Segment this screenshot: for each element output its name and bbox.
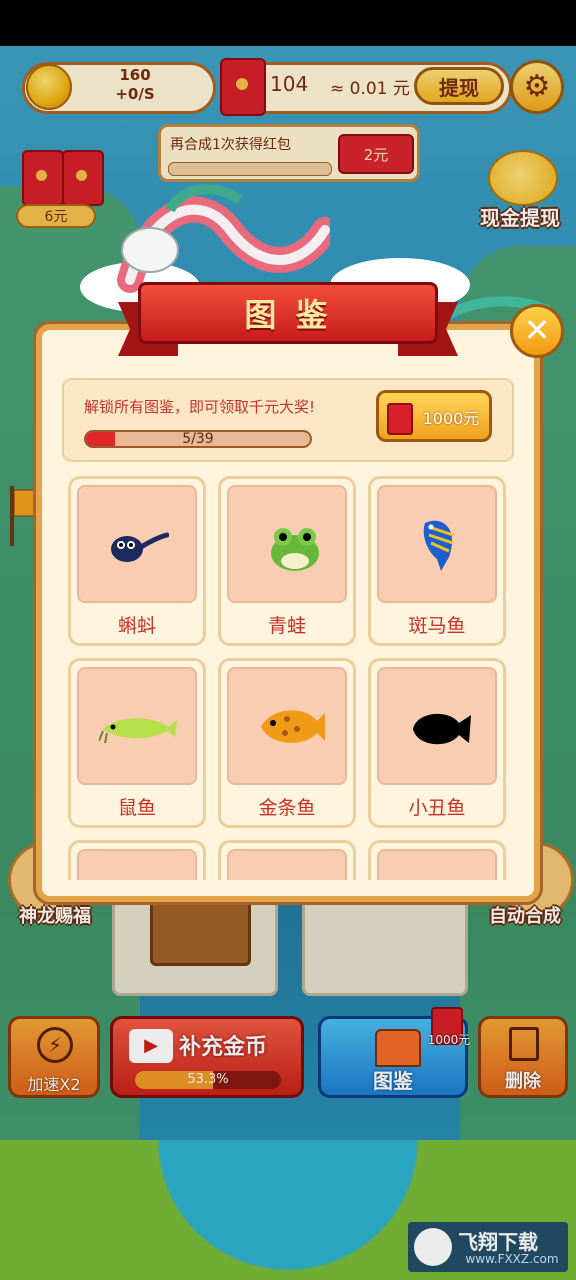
card-image bbox=[377, 849, 497, 880]
card-name: 斑马鱼 bbox=[408, 615, 466, 637]
red-envelope-icon bbox=[387, 403, 413, 435]
clownfish-silhouette-icon bbox=[413, 713, 471, 745]
close-button[interactable]: ✕ bbox=[510, 304, 564, 358]
card-image bbox=[227, 849, 347, 880]
album-progress-text: 5/39 bbox=[182, 431, 214, 447]
album-card[interactable]: 金条鱼 bbox=[218, 658, 356, 828]
dragon-icon bbox=[110, 170, 338, 300]
card-image bbox=[227, 485, 347, 603]
card-image bbox=[227, 667, 347, 785]
card-image bbox=[377, 667, 497, 785]
album-title-ribbon: 图 鉴 bbox=[118, 282, 458, 356]
album-card[interactable]: 蝌蚪 bbox=[68, 476, 206, 646]
album-card[interactable]: 鼠鱼 bbox=[68, 658, 206, 828]
card-name: 鼠鱼 bbox=[117, 797, 156, 819]
album-card[interactable] bbox=[68, 840, 206, 880]
card-name: 金条鱼 bbox=[258, 797, 316, 819]
card-image bbox=[377, 485, 497, 603]
album-card[interactable]: 斑马鱼 bbox=[368, 476, 506, 646]
status-bar bbox=[0, 0, 576, 46]
grand-prize-button[interactable]: 1000元 bbox=[376, 390, 492, 442]
album-card[interactable]: 小丑鱼 bbox=[368, 658, 506, 828]
card-name: 蝌蚪 bbox=[117, 615, 156, 637]
card-name: 青蛙 bbox=[267, 615, 306, 637]
card-image bbox=[77, 849, 197, 880]
card-image bbox=[77, 667, 197, 785]
card-image bbox=[77, 485, 197, 603]
album-card-grid[interactable]: 蝌蚪 青蛙 斑马鱼 鼠鱼 金条鱼 小丑鱼 bbox=[40, 470, 536, 880]
frog-icon bbox=[271, 528, 319, 571]
album-card[interactable] bbox=[218, 840, 356, 880]
zebrafish-icon bbox=[423, 520, 454, 571]
album-card[interactable] bbox=[368, 840, 506, 880]
album-card[interactable]: 青蛙 bbox=[218, 476, 356, 646]
card-name: 小丑鱼 bbox=[408, 797, 466, 819]
close-icon: ✕ bbox=[523, 311, 551, 349]
goldfish-icon bbox=[261, 710, 325, 743]
grand-prize-label: 1000元 bbox=[422, 409, 480, 428]
album-title: 图 鉴 bbox=[244, 296, 332, 334]
unlock-reward-text: 解锁所有图鉴，即可领取千元大奖! bbox=[84, 398, 316, 416]
catfish-icon bbox=[99, 718, 177, 744]
tadpole-icon bbox=[111, 532, 169, 562]
